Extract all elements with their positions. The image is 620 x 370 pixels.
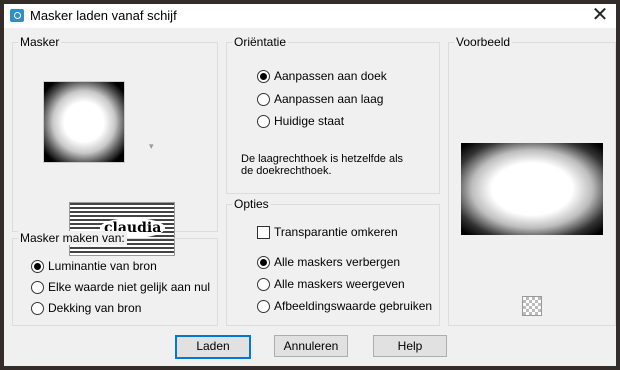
radio-indicator — [31, 280, 44, 294]
radio-maskers-weergeven[interactable]: Alle maskers weergeven — [257, 277, 405, 291]
masker-group: Masker ▾ claudia — [12, 35, 218, 256]
opties-group: Opties Transparantie omkeren Alle masker… — [226, 197, 440, 326]
radio-indicator — [257, 69, 270, 83]
mask-thumbnail[interactable] — [43, 81, 125, 163]
app-icon — [10, 9, 24, 22]
radio-indicator — [31, 259, 44, 273]
dialog-window: Masker laden vanaf schijf ✕ Masker ▾ cla… — [0, 0, 620, 370]
radio-indicator — [257, 277, 270, 291]
opties-label: Opties — [232, 197, 271, 211]
radio-indicator — [257, 92, 270, 106]
masker-maken-group: Masker maken van: Luminantie van bron El… — [12, 231, 218, 326]
radio-label: Dekking van bron — [48, 301, 142, 315]
orientatie-group: Oriëntatie Aanpassen aan doek Aanpassen … — [226, 35, 440, 194]
help-button[interactable]: Help — [373, 335, 447, 357]
radio-luminantie[interactable]: Luminantie van bron — [31, 259, 157, 273]
radio-label: Aanpassen aan doek — [274, 69, 387, 83]
orientatie-label: Oriëntatie — [232, 35, 289, 49]
masker-group-label: Masker — [18, 35, 62, 49]
radio-dekking[interactable]: Dekking van bron — [31, 301, 141, 315]
radio-label: Afbeeldingswaarde gebruiken — [274, 299, 433, 313]
chevron-down-icon[interactable]: ▾ — [149, 141, 154, 152]
transparency-toggle-icon[interactable] — [522, 296, 542, 316]
masker-maken-label: Masker maken van: — [18, 231, 127, 245]
radio-label: Alle maskers weergeven — [274, 277, 405, 291]
checkbox-transparantie[interactable]: Transparantie omkeren — [257, 225, 398, 239]
dialog-body: Masker ▾ claudia Masker maken van: Lumin… — [4, 28, 616, 366]
load-button[interactable]: Laden — [175, 335, 251, 359]
radio-indicator — [257, 255, 270, 269]
orientatie-info: De laagrechthoek is hetzelfde als de doe… — [241, 153, 403, 177]
radio-aanpassen-laag[interactable]: Aanpassen aan laag — [257, 92, 383, 106]
radio-indicator — [257, 299, 270, 313]
radio-label: Alle maskers verbergen — [274, 255, 401, 269]
radio-aanpassen-doek[interactable]: Aanpassen aan doek — [257, 69, 387, 83]
checkbox-indicator — [257, 225, 270, 239]
info-line-1: De laagrechthoek is hetzelfde als — [241, 153, 404, 165]
window-title: Masker laden vanaf schijf — [30, 8, 177, 23]
radio-label: Aanpassen aan laag — [274, 92, 384, 106]
radio-indicator — [257, 114, 270, 128]
radio-label: Luminantie van bron — [48, 259, 157, 273]
checkbox-label: Transparantie omkeren — [274, 225, 398, 239]
radio-elke-waarde[interactable]: Elke waarde niet gelijk aan nul — [31, 280, 210, 294]
radio-indicator — [31, 301, 44, 315]
radio-maskers-verbergen[interactable]: Alle maskers verbergen — [257, 255, 400, 269]
voorbeeld-label: Voorbeeld — [454, 35, 513, 49]
radio-afbeeldingswaarde[interactable]: Afbeeldingswaarde gebruiken — [257, 299, 432, 313]
radio-huidige-staat[interactable]: Huidige staat — [257, 114, 344, 128]
title-bar: Masker laden vanaf schijf ✕ — [4, 4, 616, 28]
close-icon[interactable]: ✕ — [588, 4, 612, 28]
radio-label: Huidige staat — [274, 114, 345, 128]
radio-label: Elke waarde niet gelijk aan nul — [48, 280, 211, 294]
preview-image — [461, 143, 603, 235]
cancel-button[interactable]: Annuleren — [274, 335, 348, 357]
info-line-2: de doekrechthoek. — [241, 165, 332, 177]
